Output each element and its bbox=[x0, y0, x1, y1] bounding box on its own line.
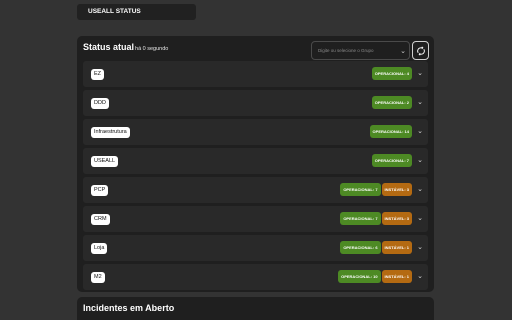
incidents-panel: Incidentes em Aberto bbox=[77, 297, 434, 320]
unstable-badge: INSTÁVEL: 3 bbox=[381, 183, 412, 196]
status-badges: OPERACIONAL: 14 bbox=[369, 125, 412, 138]
operational-badge: OPERACIONAL: 10 bbox=[338, 270, 381, 283]
incidents-title: Incidentes em Aberto bbox=[83, 303, 175, 313]
group-select-placeholder: Digite ou selecione o Grupo bbox=[318, 48, 374, 53]
status-badges: OPERACIONAL: 7 INSTÁVEL: 3 bbox=[340, 212, 412, 225]
status-badges: OPERACIONAL: 4 bbox=[371, 67, 412, 80]
operational-badge: OPERACIONAL: 7 bbox=[340, 183, 381, 196]
status-panel: Status atual há 0 segundo Digite ou sele… bbox=[77, 36, 434, 292]
unstable-badge: INSTÁVEL: 1 bbox=[381, 270, 412, 283]
unstable-badge: INSTÁVEL: 1 bbox=[381, 241, 412, 254]
status-badges: OPERACIONAL: 7 INSTÁVEL: 3 bbox=[340, 183, 412, 196]
operational-badge: OPERACIONAL: 7 bbox=[340, 212, 381, 225]
group-row[interactable]: USEALL OPERACIONAL: 7 ⌄ bbox=[83, 148, 428, 174]
chevron-down-icon[interactable]: ⌄ bbox=[417, 214, 423, 222]
group-name: Loja bbox=[91, 243, 108, 254]
group-name: PCP bbox=[91, 185, 109, 196]
unstable-badge: INSTÁVEL: 3 bbox=[381, 212, 412, 225]
last-updated-text: há 0 segundo bbox=[135, 46, 169, 52]
chevron-down-icon: ⌄ bbox=[400, 47, 406, 55]
group-row[interactable]: PCP OPERACIONAL: 7 INSTÁVEL: 3 ⌄ bbox=[83, 177, 428, 203]
status-badges: OPERACIONAL: 7 bbox=[371, 154, 412, 167]
status-header: Status atual há 0 segundo bbox=[83, 42, 168, 56]
group-name: CRM bbox=[91, 214, 110, 225]
status-badges: OPERACIONAL: 2 bbox=[371, 96, 412, 109]
chevron-down-icon[interactable]: ⌄ bbox=[417, 272, 423, 280]
group-row[interactable]: Loja OPERACIONAL: 6 INSTÁVEL: 1 ⌄ bbox=[83, 235, 428, 261]
group-select[interactable]: Digite ou selecione o Grupo ⌄ bbox=[311, 41, 410, 60]
group-name: M2 bbox=[91, 272, 105, 283]
status-title: Status atual bbox=[83, 42, 135, 52]
group-row[interactable]: EZ OPERACIONAL: 4 ⌄ bbox=[83, 61, 428, 87]
status-badges: OPERACIONAL: 10 INSTÁVEL: 1 bbox=[338, 270, 412, 283]
group-name: DDD bbox=[91, 98, 109, 109]
chevron-down-icon[interactable]: ⌄ bbox=[417, 69, 423, 77]
operational-badge: OPERACIONAL: 7 bbox=[371, 154, 412, 167]
operational-badge: OPERACIONAL: 6 bbox=[340, 241, 381, 254]
operational-badge: OPERACIONAL: 2 bbox=[371, 96, 412, 109]
group-row[interactable]: CRM OPERACIONAL: 7 INSTÁVEL: 3 ⌄ bbox=[83, 206, 428, 232]
refresh-button[interactable] bbox=[412, 41, 429, 60]
group-list: EZ OPERACIONAL: 4 ⌄ DDD OPERACIONAL: 2 ⌄ Infra… bbox=[83, 61, 428, 293]
status-badges: OPERACIONAL: 6 INSTÁVEL: 1 bbox=[340, 241, 412, 254]
refresh-icon bbox=[416, 45, 425, 56]
operational-badge: OPERACIONAL: 14 bbox=[369, 125, 412, 138]
group-name: EZ bbox=[91, 69, 105, 80]
group-row[interactable]: DDD OPERACIONAL: 2 ⌄ bbox=[83, 90, 428, 116]
group-name: USEALL bbox=[91, 156, 119, 167]
chevron-down-icon[interactable]: ⌄ bbox=[417, 185, 423, 193]
chevron-down-icon[interactable]: ⌄ bbox=[417, 156, 423, 164]
app-title: USEALL STATUS bbox=[77, 4, 196, 20]
operational-badge: OPERACIONAL: 4 bbox=[371, 67, 412, 80]
group-name: Infraestrutura bbox=[91, 127, 130, 138]
group-row[interactable]: M2 OPERACIONAL: 10 INSTÁVEL: 1 ⌄ bbox=[83, 264, 428, 290]
chevron-down-icon[interactable]: ⌄ bbox=[417, 98, 423, 106]
chevron-down-icon[interactable]: ⌄ bbox=[417, 127, 423, 135]
chevron-down-icon[interactable]: ⌄ bbox=[417, 243, 423, 251]
group-row[interactable]: Infraestrutura OPERACIONAL: 14 ⌄ bbox=[83, 119, 428, 145]
